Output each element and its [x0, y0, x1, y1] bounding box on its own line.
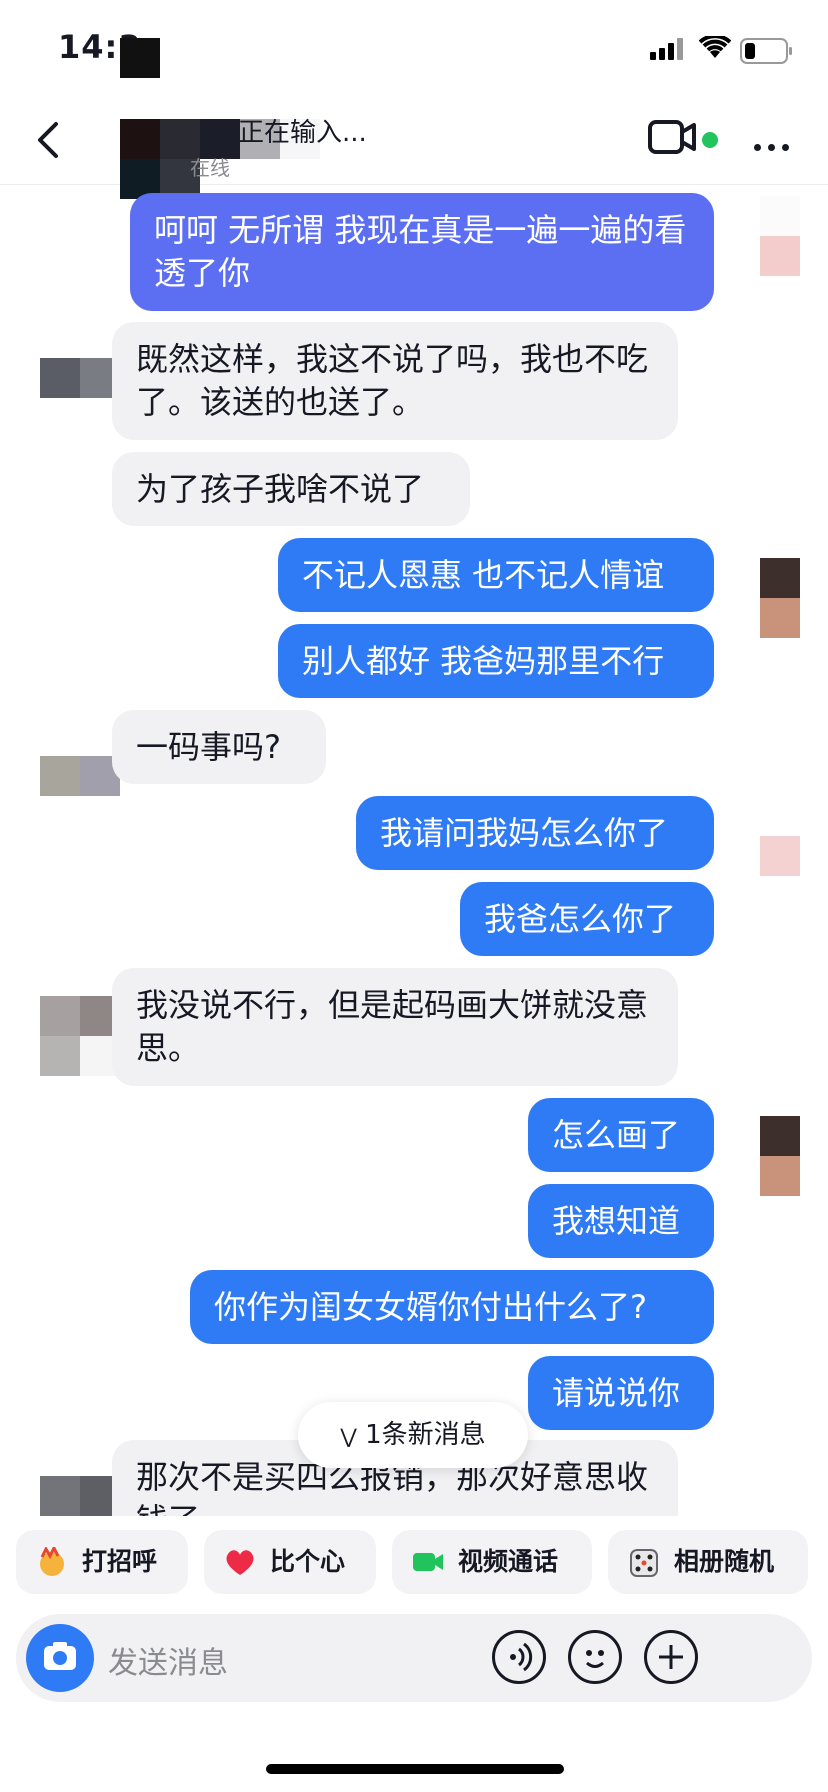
chat-header: 正在输入... 在线	[0, 100, 828, 199]
quick-reply-random-album[interactable]: 相册随机	[608, 1530, 808, 1594]
emoji-button[interactable]	[568, 1630, 622, 1684]
message-bubble-out[interactable]: 呵呵 无所谓 我现在真是一遍一遍的看透了你	[130, 193, 714, 311]
back-icon[interactable]	[28, 118, 72, 162]
message-bubble-out[interactable]: 请说说你	[528, 1356, 714, 1430]
camera-button[interactable]	[26, 1624, 94, 1692]
message-input-bar: 发送消息	[16, 1614, 812, 1702]
self-avatar[interactable]	[760, 836, 800, 876]
wifi-icon	[699, 36, 731, 58]
message-bubble-out[interactable]: 不记人恩惠 也不记人情谊	[278, 538, 714, 612]
quick-reply-video-call[interactable]: 视频通话	[392, 1530, 592, 1594]
plus-icon	[659, 1645, 683, 1669]
message-bubble-in[interactable]: 既然这样，我这不说了吗，我也不吃了。该送的也送了。	[112, 322, 678, 440]
contact-avatar-small[interactable]	[40, 996, 120, 1076]
battery-icon	[740, 38, 792, 64]
new-message-pill[interactable]: ⋁ 1条新消息	[298, 1402, 528, 1468]
self-avatar[interactable]	[760, 558, 800, 638]
message-bubble-out[interactable]: 别人都好 我爸妈那里不行	[278, 624, 714, 698]
message-input[interactable]: 发送消息	[108, 1638, 228, 1682]
online-status: 在线	[190, 156, 230, 180]
voice-button[interactable]	[492, 1630, 546, 1684]
wave-icon	[40, 1547, 64, 1576]
cellular-signal-icon	[650, 38, 683, 60]
more-options-icon[interactable]	[754, 136, 796, 155]
contact-avatar-small[interactable]	[40, 1476, 120, 1518]
quick-reply-wave[interactable]: 打招呼	[16, 1530, 188, 1594]
online-dot	[702, 132, 718, 148]
chevron-down-icon: ⋁	[340, 1424, 357, 1448]
quick-reply-heart[interactable]: 比个心	[204, 1530, 376, 1594]
message-bubble-in[interactable]: 一码事吗?	[112, 710, 326, 784]
add-button[interactable]	[644, 1630, 698, 1684]
contact-avatar-small[interactable]	[40, 358, 120, 400]
emoji-icon	[586, 1650, 604, 1668]
camera-icon	[44, 1642, 76, 1670]
contact-avatar-small[interactable]	[40, 756, 120, 796]
dice-icon	[630, 1549, 658, 1577]
typing-status: 正在输入...	[238, 118, 367, 148]
video-call-icon[interactable]	[648, 120, 696, 154]
message-bubble-out[interactable]: 我想知道	[528, 1184, 714, 1258]
home-indicator	[266, 1764, 564, 1774]
message-bubble-out[interactable]: 我请问我妈怎么你了	[356, 796, 714, 870]
self-avatar[interactable]	[760, 196, 800, 276]
message-bubble-in[interactable]: 我没说不行，但是起码画大饼就没意思。	[112, 968, 678, 1086]
message-bubble-out[interactable]: 我爸怎么你了	[460, 882, 714, 956]
message-bubble-out[interactable]: 怎么画了	[528, 1098, 714, 1172]
new-message-label: 1条新消息	[365, 1420, 486, 1450]
video-call-icon	[413, 1553, 443, 1571]
status-time-mask	[120, 38, 160, 78]
voice-icon	[510, 1642, 533, 1672]
self-avatar[interactable]	[760, 1116, 800, 1196]
message-bubble-in[interactable]: 为了孩子我啥不说了	[112, 452, 470, 526]
heart-icon	[226, 1550, 254, 1575]
message-bubble-out[interactable]: 你作为闺女女婿你付出什么了?	[190, 1270, 714, 1344]
